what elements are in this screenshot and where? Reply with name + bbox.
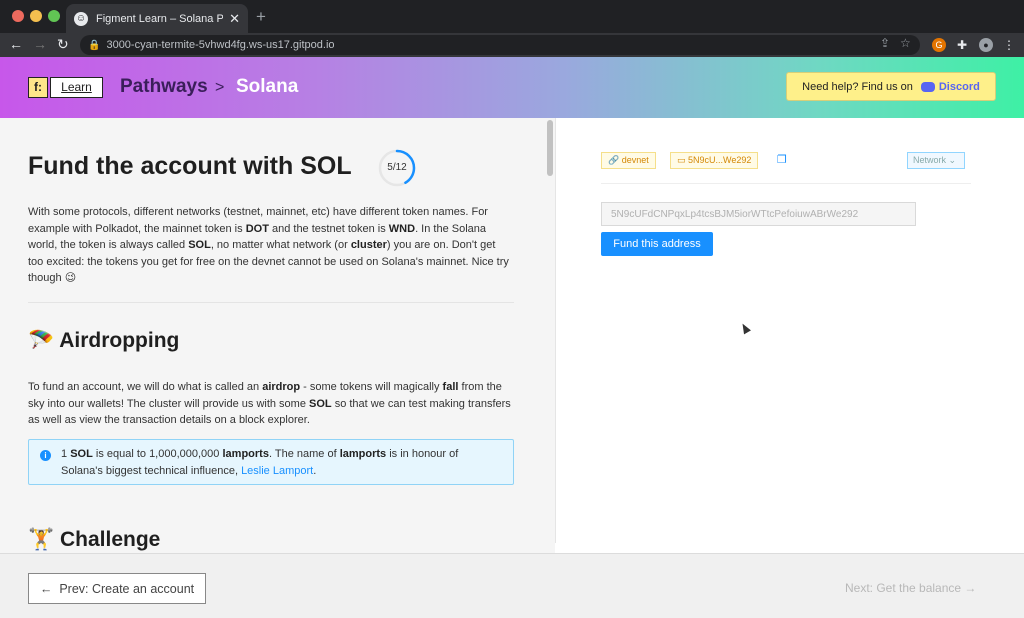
step-navigation-footer: ← Prev: Create an account Next: Get the …	[0, 553, 1024, 618]
profile-avatar[interactable]: ●	[979, 38, 993, 52]
tutorial-content: Fund the account with SOL 5/12 With some…	[0, 118, 555, 553]
content-scrollbar[interactable]	[546, 118, 554, 543]
airdropping-heading: 🪂 Airdropping	[28, 329, 180, 352]
extensions-puzzle-icon[interactable]: ✚	[955, 38, 969, 52]
info-icon: i	[40, 450, 51, 461]
next-step-button[interactable]: Next: Get the balance →	[845, 581, 976, 595]
lamports-info-box: i 1 SOL is equal to 1,000,000,000 lampor…	[28, 439, 514, 485]
wallet-icon: ▭	[677, 155, 686, 165]
weightlifter-icon: 🏋	[28, 528, 55, 551]
browser-tab[interactable]: ☺ Figment Learn – Solana Pathw ✕	[66, 4, 248, 33]
window-close-button[interactable]	[12, 10, 24, 22]
bookmark-star-icon[interactable]: ☆	[900, 36, 911, 50]
forward-button[interactable]: →	[33, 36, 47, 52]
link-icon: 🔗	[608, 155, 620, 165]
divider	[28, 302, 514, 303]
chevron-down-icon: ⌄	[948, 155, 957, 165]
prev-step-button[interactable]: ← Prev: Create an account	[28, 573, 206, 604]
app-header: f: Learn Pathways > Solana Need help? Fi…	[0, 57, 1024, 118]
window-zoom-button[interactable]	[48, 10, 60, 22]
favicon-icon: ☺	[74, 11, 88, 26]
discord-help-button[interactable]: Need help? Find us on Discord	[786, 72, 996, 101]
airdrop-paragraph: To fund an account, we will do what is c…	[28, 381, 511, 426]
intro-paragraph: With some protocols, different networks …	[28, 206, 509, 284]
network-tag: 🔗 devnet	[601, 152, 656, 169]
address-bar[interactable]: 🔒 3000-cyan-termite-5vhwd4fg.ws-us17.git…	[80, 35, 920, 55]
tab-title: Figment Learn – Solana Pathw	[96, 12, 224, 25]
copy-icon[interactable]: ❐	[777, 153, 787, 166]
account-tag: ▭ 5N9cU...We292	[670, 152, 759, 169]
address-input[interactable]	[601, 202, 916, 226]
tab-close-icon[interactable]: ✕	[229, 11, 240, 27]
parachute-icon: 🪂	[28, 329, 55, 352]
arrow-left-icon: ←	[39, 581, 53, 596]
breadcrumb-separator: >	[215, 79, 225, 96]
step-progress-label: 5/12	[387, 162, 407, 173]
url-text: 3000-cyan-termite-5vhwd4fg.ws-us17.gitpo…	[106, 39, 335, 51]
help-text: Need help? Find us on	[802, 80, 913, 93]
discord-label: Discord	[938, 80, 980, 93]
back-button[interactable]: ←	[9, 36, 23, 52]
browser-toolbar: ← → ↻ 🔒 3000-cyan-termite-5vhwd4fg.ws-us…	[0, 33, 1024, 57]
menu-kebab-icon[interactable]: ⋮	[1002, 38, 1016, 52]
divider	[601, 183, 971, 184]
scrollbar-thumb[interactable]	[547, 120, 553, 176]
breadcrumb-pathways[interactable]: Pathways	[120, 76, 208, 98]
figment-logo[interactable]: f:	[28, 77, 48, 98]
new-tab-button[interactable]: +	[256, 7, 266, 27]
learn-logo[interactable]: Learn	[50, 77, 103, 98]
info-text: 1 SOL is equal to 1,000,000,000 lamports…	[61, 448, 459, 477]
browser-tab-bar: ☺ Figment Learn – Solana Pathw ✕ +	[0, 0, 1024, 33]
share-icon[interactable]: ⇪	[880, 36, 890, 50]
discord-icon	[920, 81, 935, 92]
arrow-right-icon: →	[964, 581, 977, 595]
network-select[interactable]: Network ⌄	[907, 152, 965, 169]
page-title: Fund the account with SOL	[28, 152, 352, 180]
window-minimize-button[interactable]	[30, 10, 42, 22]
fund-address-button[interactable]: Fund this address	[601, 232, 713, 256]
challenge-heading: 🏋 Challenge	[28, 528, 161, 551]
leslie-lamport-link[interactable]: Leslie Lamport	[241, 465, 313, 477]
breadcrumb-solana: Solana	[236, 76, 299, 97]
lock-icon: 🔒	[88, 39, 101, 51]
interaction-panel: 🔗 devnet ▭ 5N9cU...We292 ❐ Network ⌄ Fun…	[555, 118, 1024, 543]
reload-button[interactable]: ↻	[57, 36, 69, 53]
extension-g-icon[interactable]: G	[932, 38, 946, 52]
